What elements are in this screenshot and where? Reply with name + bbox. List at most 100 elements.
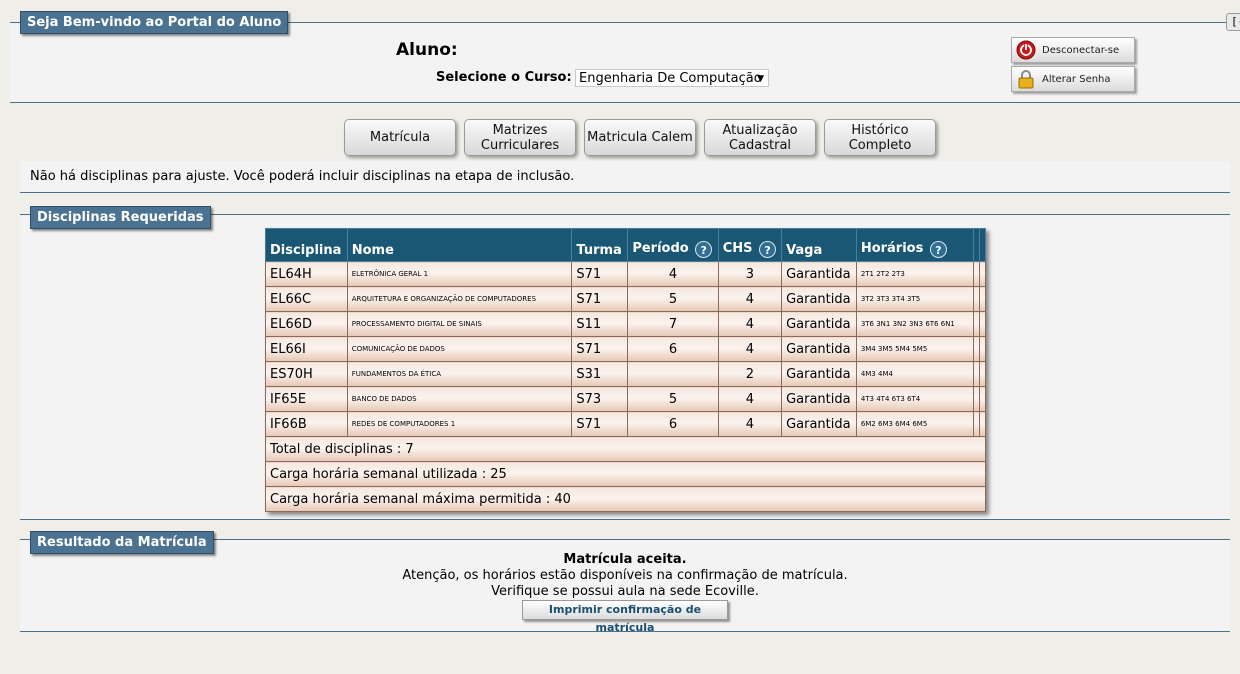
cell-codigo: EL64H (265, 261, 348, 287)
cell-vaga: Garantida (781, 361, 857, 387)
cell-nome: REDES DE COMPUTADORES 1 (346, 411, 573, 437)
cell-extra (978, 386, 987, 412)
disciplinas-title: Disciplinas Requeridas (30, 206, 211, 229)
cell-periodo: 4 (627, 261, 719, 287)
cell-codigo: EL66D (265, 311, 348, 337)
cell-horarios: 3T6 3N1 3N2 3N3 6T6 6N1 (855, 311, 974, 337)
curso-label: Selecione o Curso: (436, 70, 572, 85)
total-row: Total de disciplinas : 7 (265, 436, 986, 462)
disconnect-label: Desconectar-se (1042, 44, 1120, 56)
cell-horarios: 4T3 4T4 6T3 6T4 (855, 386, 974, 412)
cell-codigo: IF66B (265, 411, 348, 437)
cell-periodo: 5 (627, 286, 719, 312)
header-vaga: Vaga (781, 228, 857, 262)
header-chs-label: CHS (722, 241, 753, 256)
cell-turma: S71 (571, 411, 629, 437)
resultado-line1: Atenção, os horários estão disponíveis n… (402, 568, 848, 583)
cell-horarios: 2T1 2T2 2T3 (855, 261, 974, 287)
header-nome: Nome (346, 228, 573, 262)
cell-horarios: 4M3 4M4 (855, 361, 974, 387)
nav-historico-button[interactable]: Histórico Completo (824, 119, 936, 156)
cell-chs: 4 (717, 386, 783, 412)
cell-chs: 4 (717, 286, 783, 312)
print-confirmation-button[interactable]: Imprimir confirmação de matrícula (522, 600, 728, 634)
cell-extra (978, 336, 987, 362)
carga-maxima-row: Carga horária semanal máxima permitida :… (265, 486, 986, 512)
cell-chs: 3 (717, 261, 783, 287)
notice-bar: Não há disciplinas para ajuste. Você pod… (20, 161, 1230, 193)
header-horarios-label: Horários (860, 241, 924, 256)
carga-utilizada-row: Carga horária semanal utilizada : 25 (265, 461, 986, 487)
table-row: ES70H FUNDAMENTOS DA ÉTICA S31 2 Garanti… (265, 361, 987, 387)
cell-periodo: 6 (627, 411, 719, 437)
change-password-label: Alterar Senha (1042, 73, 1111, 85)
collapse-button[interactable]: [-] (1226, 13, 1240, 31)
total-disciplinas: Total de disciplinas : 7 (265, 436, 986, 462)
cell-turma: S11 (571, 311, 629, 337)
nav-matricula-button[interactable]: Matrícula (344, 119, 456, 156)
header-periodo-label: Período (632, 241, 689, 256)
cell-nome: COMUNICAÇÃO DE DADOS (346, 336, 573, 362)
cell-codigo: ES70H (265, 361, 348, 387)
table-row: EL64H ELETRÔNICA GERAL 1 S71 4 3 Garanti… (265, 261, 987, 287)
resultado-status: Matrícula aceita. (563, 552, 687, 567)
cell-chs: 4 (717, 336, 783, 362)
lock-icon (1016, 69, 1036, 89)
nav-atualizacao-label: Atualização Cadastral (722, 122, 798, 153)
cell-chs: 4 (717, 311, 783, 337)
cell-turma: S71 (571, 261, 629, 287)
table-header-row: Disciplina Nome Turma Período ? CHS ? Va… (265, 228, 987, 262)
cell-periodo (627, 361, 719, 387)
carga-utilizada: Carga horária semanal utilizada : 25 (265, 461, 986, 487)
cell-codigo: EL66C (265, 286, 348, 312)
help-icon[interactable]: ? (929, 241, 947, 258)
resultado-line2: Verifique se possui aula na sede Ecovill… (491, 584, 759, 599)
cell-turma: S71 (571, 286, 629, 312)
cell-chs: 2 (717, 361, 783, 387)
table-row: IF66B REDES DE COMPUTADORES 1 S71 6 4 Ga… (265, 411, 987, 437)
cell-extra (978, 361, 987, 387)
header-periodo: Período ? (627, 228, 719, 262)
carga-maxima: Carga horária semanal máxima permitida :… (265, 486, 986, 512)
cell-extra (978, 286, 987, 312)
disconnect-button[interactable]: Desconectar-se (1011, 37, 1135, 63)
cell-extra (978, 411, 987, 437)
table-row: EL66I COMUNICAÇÃO DE DADOS S71 6 4 Garan… (265, 336, 987, 362)
nav-calem-label: Matricula Calem (587, 130, 693, 145)
cell-nome: ARQUITETURA E ORGANIZAÇÃO DE COMPUTADORE… (346, 286, 573, 312)
header-chs: CHS ? (717, 228, 783, 262)
table-row: EL66D PROCESSAMENTO DIGITAL DE SINAIS S1… (265, 311, 987, 337)
header-extra-2 (978, 228, 987, 262)
change-password-button[interactable]: Alterar Senha (1011, 66, 1135, 92)
table-row: EL66C ARQUITETURA E ORGANIZAÇÃO DE COMPU… (265, 286, 987, 312)
cell-periodo: 6 (627, 336, 719, 362)
cell-vaga: Garantida (781, 411, 857, 437)
nav-matrizes-label: Matrizes Curriculares (480, 122, 560, 153)
resultado-panel: Resultado da Matrícula Matrícula aceita.… (20, 531, 1230, 634)
curso-select[interactable]: Engenharia De Computação ▼ (575, 69, 769, 87)
help-icon[interactable]: ? (759, 241, 777, 258)
cell-codigo: EL66I (265, 336, 348, 362)
cell-periodo: 7 (627, 311, 719, 337)
disciplinas-table: Disciplina Nome Turma Período ? CHS ? Va… (265, 228, 987, 512)
nav-matricula-label: Matrícula (369, 130, 431, 145)
cell-horarios: 3M4 3M5 5M4 5M5 (855, 336, 974, 362)
curso-select-value: Engenharia De Computação (579, 71, 762, 86)
nav-calem-button[interactable]: Matricula Calem (584, 119, 696, 156)
cell-chs: 4 (717, 411, 783, 437)
header-disciplina: Disciplina (265, 228, 348, 262)
help-icon[interactable]: ? (695, 241, 713, 258)
cell-turma: S31 (571, 361, 629, 387)
welcome-title: Seja Bem-vindo ao Portal do Aluno (20, 11, 289, 34)
header-turma: Turma (571, 228, 629, 262)
cell-nome: PROCESSAMENTO DIGITAL DE SINAIS (346, 311, 573, 337)
cell-vaga: Garantida (781, 261, 857, 287)
nav-atualizacao-button[interactable]: Atualização Cadastral (704, 119, 816, 156)
chevron-down-icon: ▼ (757, 74, 764, 84)
header-horarios: Horários ? (855, 228, 974, 262)
table-row: IF65E BANCO DE DADOS S73 5 4 Garantida 4… (265, 386, 987, 412)
cell-nome: BANCO DE DADOS (346, 386, 573, 412)
nav-matrizes-button[interactable]: Matrizes Curriculares (464, 119, 576, 156)
cell-periodo: 5 (627, 386, 719, 412)
cell-codigo: IF65E (265, 386, 348, 412)
